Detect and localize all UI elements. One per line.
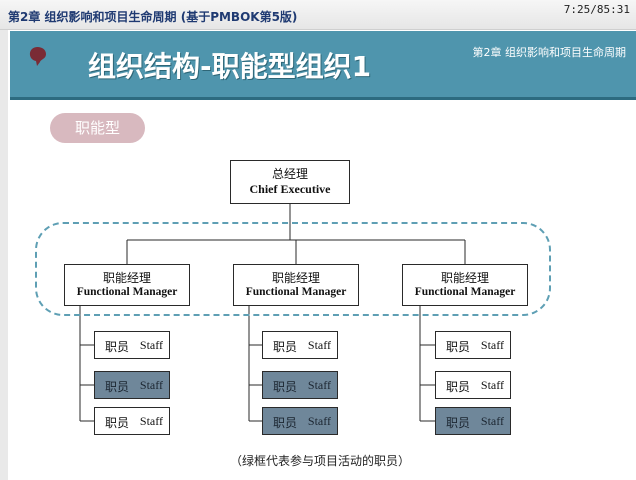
staff-en: Staff xyxy=(480,338,504,352)
chief-executive-en: Chief Executive xyxy=(249,182,331,196)
staff-box: 职员 Staff xyxy=(262,407,338,435)
chief-executive-cn: 总经理 xyxy=(271,167,308,181)
staff-en: Staff xyxy=(307,378,331,392)
staff-box: 职员 Staff xyxy=(94,407,170,435)
staff-box: 职员 Staff xyxy=(262,331,338,359)
functional-manager-box: 职能经理 Functional Manager xyxy=(233,264,359,306)
staff-en: Staff xyxy=(307,338,331,352)
staff-en: Staff xyxy=(139,414,163,428)
manager-en: Functional Manager xyxy=(245,286,347,298)
staff-cn: 职员 xyxy=(105,416,130,430)
staff-en: Staff xyxy=(480,378,504,392)
staff-cn: 职员 xyxy=(273,416,298,430)
manager-cn: 职能经理 xyxy=(440,271,489,285)
manager-cn: 职能经理 xyxy=(102,271,151,285)
staff-en: Staff xyxy=(139,378,163,392)
manager-en: Functional Manager xyxy=(76,286,178,298)
staff-cn: 职员 xyxy=(273,380,298,394)
chart-footnote: （绿框代表参与项目活动的职员） xyxy=(230,454,411,468)
staff-cn: 职员 xyxy=(446,416,471,430)
staff-en: Staff xyxy=(139,338,163,352)
staff-box: 职员 Staff xyxy=(262,371,338,399)
staff-cn: 职员 xyxy=(273,340,298,354)
staff-cn: 职员 xyxy=(446,340,471,354)
manager-cn: 职能经理 xyxy=(271,271,320,285)
staff-box: 职员 Staff xyxy=(435,407,511,435)
chief-executive-box: 总经理 Chief Executive xyxy=(230,160,350,204)
staff-box: 职员 Staff xyxy=(94,371,170,399)
staff-en: Staff xyxy=(480,414,504,428)
functional-manager-box: 职能经理 Functional Manager xyxy=(402,264,528,306)
staff-cn: 职员 xyxy=(105,380,130,394)
staff-cn: 职员 xyxy=(446,380,471,394)
functional-manager-box: 职能经理 Functional Manager xyxy=(64,264,190,306)
staff-cn: 职员 xyxy=(105,340,130,354)
staff-box: 职员 Staff xyxy=(94,331,170,359)
staff-box: 职员 Staff xyxy=(435,371,511,399)
staff-en: Staff xyxy=(307,414,331,428)
staff-box: 职员 Staff xyxy=(435,331,511,359)
manager-en: Functional Manager xyxy=(414,286,516,298)
